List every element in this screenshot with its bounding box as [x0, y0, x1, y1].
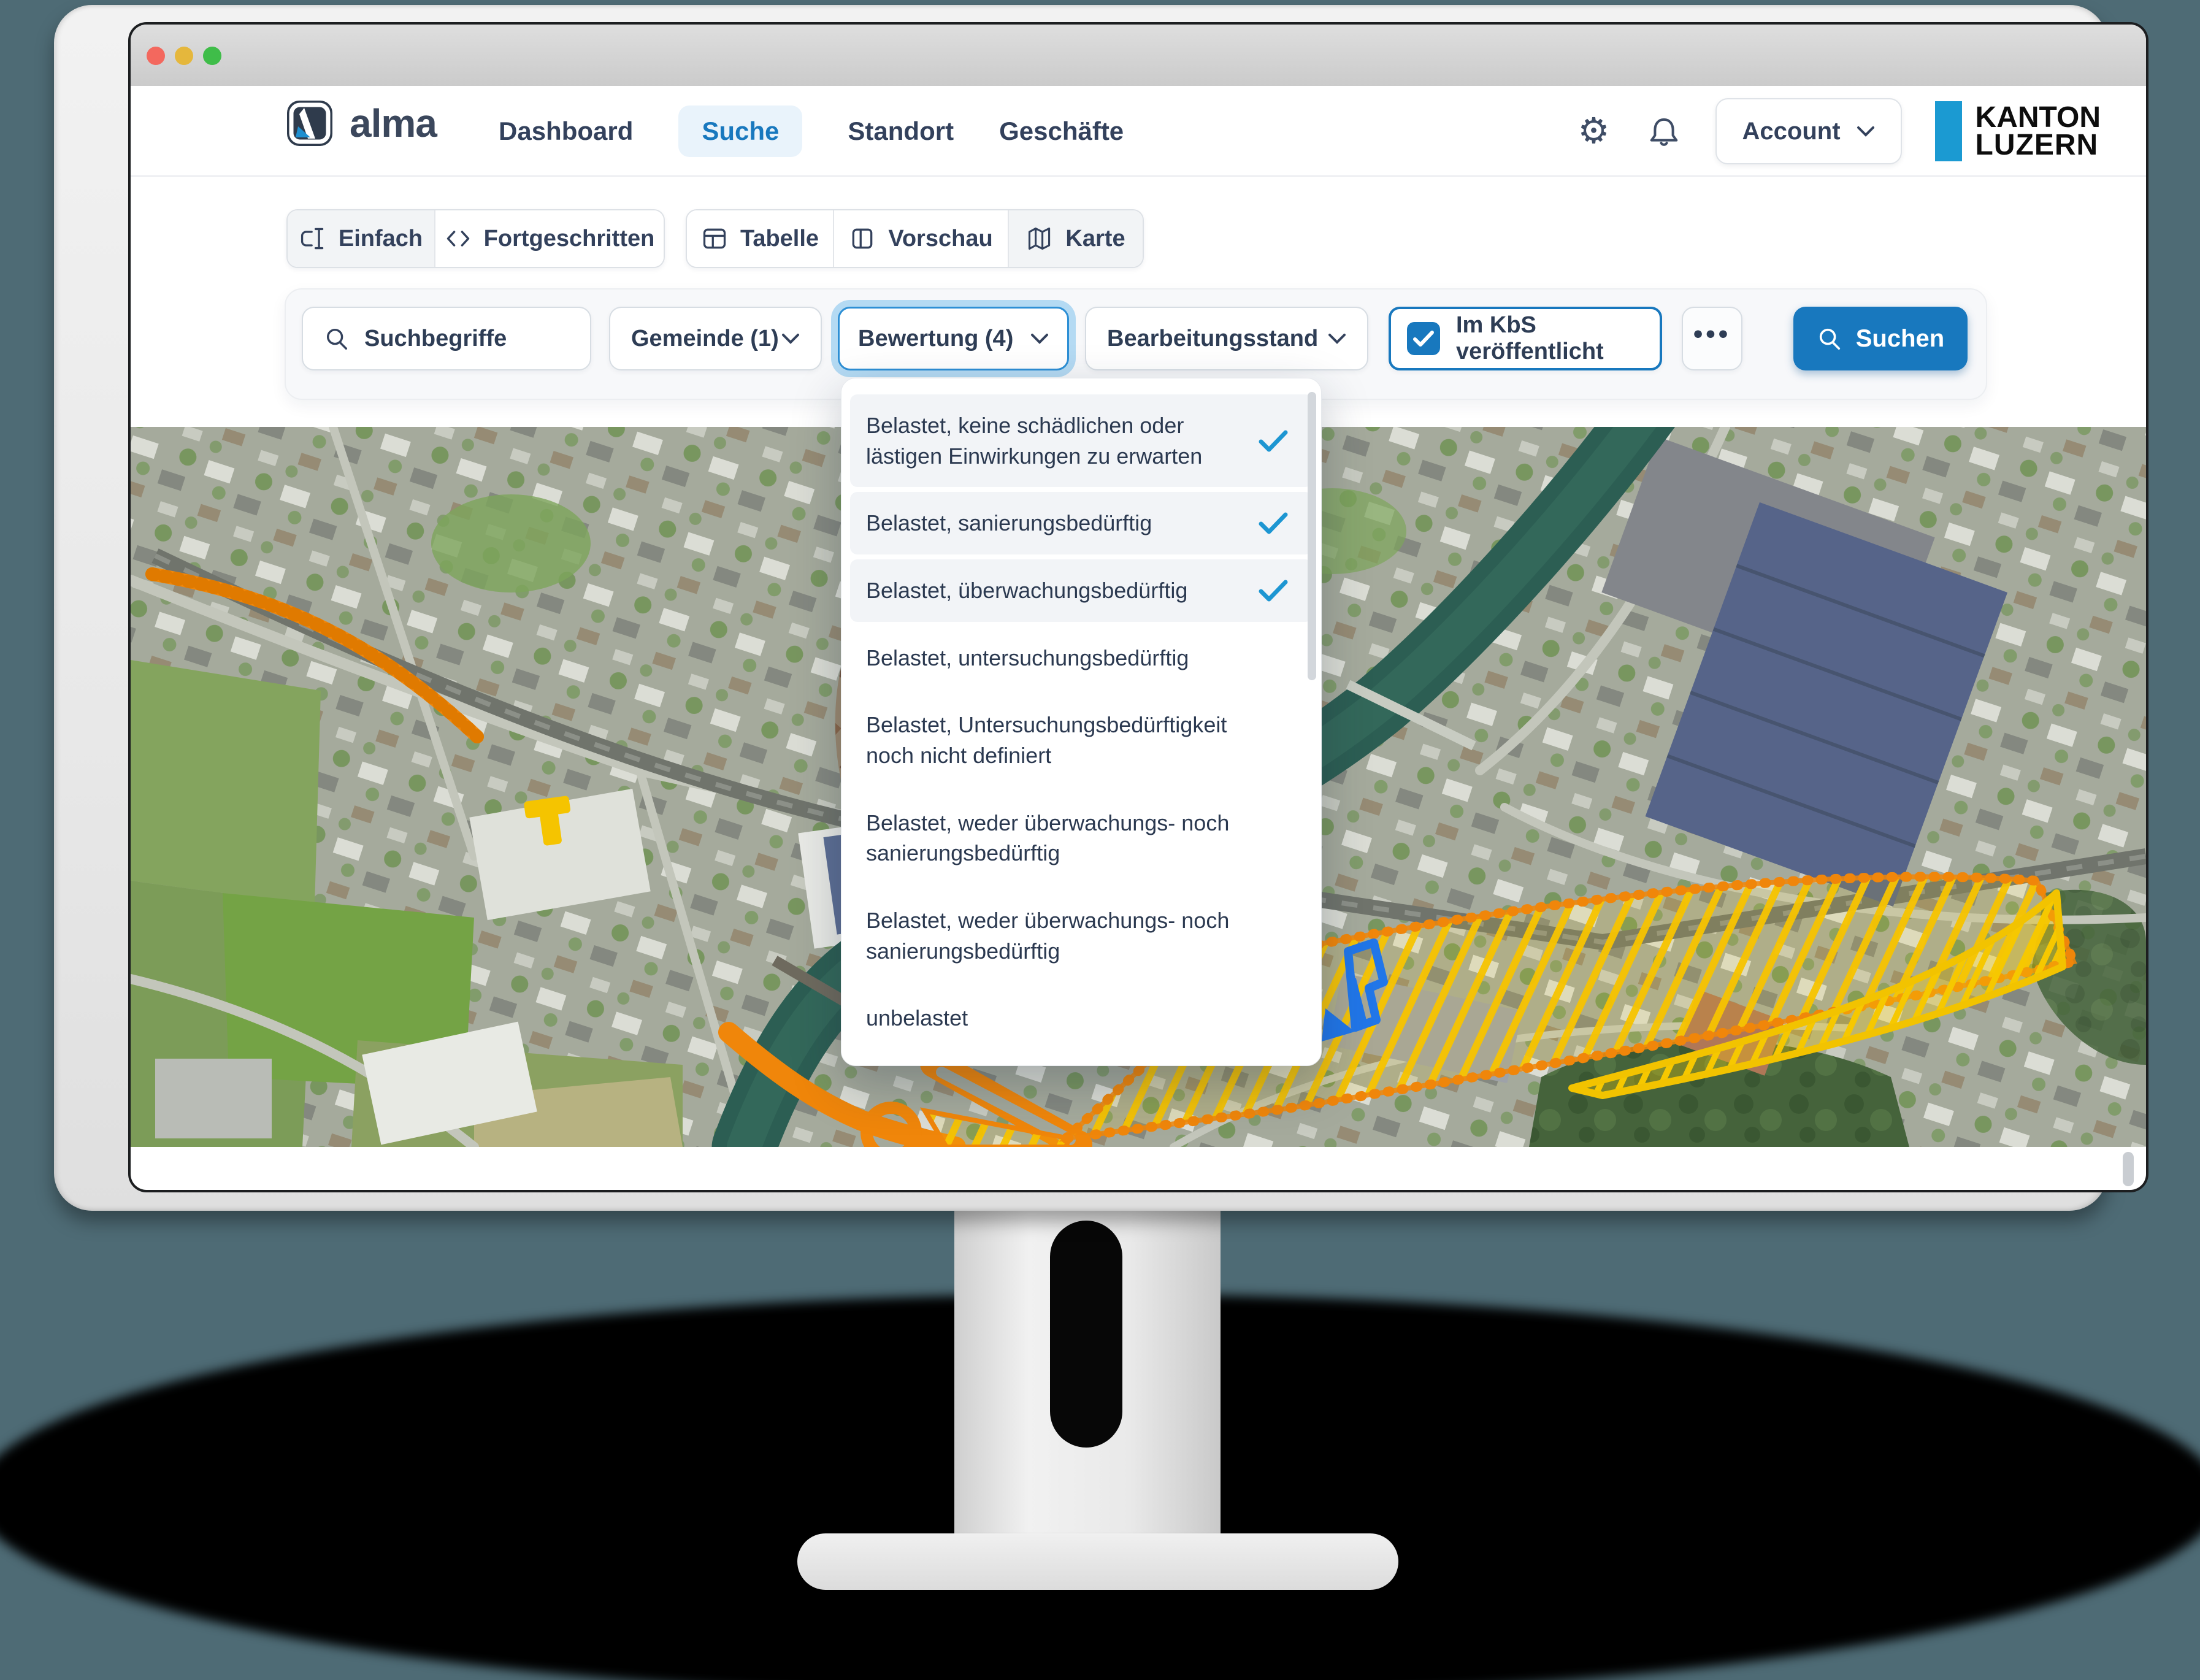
segment-label: Vorschau: [888, 226, 992, 252]
page-scrollbar-thumb[interactable]: [2123, 1152, 2134, 1186]
split-panel-icon: [849, 225, 876, 252]
tab-fortgeschritten[interactable]: Fortgeschritten: [435, 210, 664, 267]
window-titlebar: [131, 25, 2146, 87]
search-icon: [1817, 326, 1842, 351]
dropdown-option[interactable]: Belastet, überwachungsbedürftig: [850, 559, 1313, 622]
nav-standort[interactable]: Standort: [848, 105, 954, 157]
tab-karte[interactable]: Karte: [1009, 210, 1143, 267]
segment-label: Tabelle: [740, 226, 819, 252]
kanton-luzern-logo: KANTON LUZERN: [1935, 101, 2101, 161]
tab-vorschau[interactable]: Vorschau: [834, 210, 1009, 267]
chevron-down-icon: [1857, 125, 1875, 137]
monitor-stand-slot: [1050, 1221, 1122, 1448]
main-nav: Dashboard Suche Standort Geschäfte: [499, 86, 1124, 177]
kbs-label: Im KbS veröffentlicht: [1456, 312, 1644, 365]
chevron-down-icon: [1030, 332, 1049, 345]
search-placeholder: Suchbegriffe: [364, 326, 507, 352]
kanton-line1: KANTON: [1976, 104, 2101, 131]
chevron-down-icon: [781, 332, 800, 345]
mode-segment-group: Einfach Fortgeschritten: [286, 209, 665, 268]
brand-wordmark: alma: [350, 101, 437, 146]
dropdown-option[interactable]: Belastet, keine schädlichen oder lästige…: [850, 394, 1313, 487]
check-icon: [1259, 512, 1288, 535]
bell-icon: [1647, 115, 1681, 148]
settings-button[interactable]: ⚙: [1576, 113, 1612, 150]
header-divider: [131, 175, 2146, 177]
monitor-stand-base: [797, 1533, 1398, 1590]
header-actions: ⚙ Account KANTON LUZERN: [1576, 86, 2101, 177]
dropdown-option[interactable]: Belastet, sanierungsbedürftig: [850, 492, 1313, 554]
browser-window: alma Dashboard Suche Standort Geschäfte …: [131, 25, 2146, 1190]
bewertung-filter-dropdown[interactable]: Bewertung (4): [838, 307, 1069, 370]
gemeinde-label: Gemeinde (1): [631, 326, 779, 352]
more-filters-button[interactable]: •••: [1682, 307, 1742, 370]
checkbox-checked-icon: [1407, 322, 1440, 355]
nav-dashboard[interactable]: Dashboard: [499, 105, 633, 157]
check-icon: [1259, 579, 1288, 602]
search-submit-button[interactable]: Suchen: [1793, 307, 1968, 370]
close-window-button[interactable]: [147, 47, 165, 65]
nav-geschaefte[interactable]: Geschäfte: [999, 105, 1124, 157]
search-icon: [324, 326, 350, 351]
view-toolbar: Einfach Fortgeschritten Tabelle: [131, 209, 2146, 266]
tab-tabelle[interactable]: Tabelle: [687, 210, 834, 267]
app-header: alma Dashboard Suche Standort Geschäfte …: [131, 86, 2146, 177]
account-label: Account: [1742, 118, 1841, 145]
view-segment-group: Tabelle Vorschau Karte: [686, 209, 1144, 268]
dropdown-option[interactable]: Belastet, untersuchungsbedürftig: [850, 627, 1313, 689]
kanton-line2: LUZERN: [1976, 131, 2101, 159]
monitor-frame: alma Dashboard Suche Standort Geschäfte …: [54, 5, 2107, 1211]
tab-einfach[interactable]: Einfach: [288, 210, 435, 267]
gemeinde-filter-dropdown[interactable]: Gemeinde (1): [609, 307, 822, 370]
check-icon: [1259, 429, 1288, 453]
segment-label: Einfach: [339, 226, 423, 252]
text-cursor-icon: [299, 225, 326, 252]
page-background: alma Dashboard Suche Standort Geschäfte …: [0, 0, 2200, 1680]
code-icon: [445, 225, 472, 252]
segment-label: Karte: [1065, 226, 1125, 252]
dropdown-option[interactable]: Belastet, weder überwachungs- noch sanie…: [850, 792, 1313, 884]
suchen-label: Suchen: [1856, 325, 1944, 353]
segment-label: Fortgeschritten: [484, 226, 655, 252]
minimize-window-button[interactable]: [175, 47, 193, 65]
account-menu-button[interactable]: Account: [1715, 98, 1902, 164]
bearbeitungsstand-label: Bearbeitungsstand: [1107, 326, 1318, 352]
bewertung-label: Bewertung (4): [858, 326, 1013, 352]
brand-logo[interactable]: alma: [286, 99, 437, 147]
dropdown-scrollbar-thumb[interactable]: [1308, 392, 1316, 680]
alma-logo-icon: [286, 99, 334, 147]
gear-icon: ⚙: [1578, 113, 1610, 149]
notifications-button[interactable]: [1646, 113, 1682, 150]
kbs-published-toggle[interactable]: Im KbS veröffentlicht: [1389, 307, 1662, 370]
kanton-logo-bar: [1935, 101, 1962, 161]
dropdown-option[interactable]: Belastet, Untersuchungsbedürftigkeit noc…: [850, 694, 1313, 786]
nav-suche[interactable]: Suche: [678, 105, 802, 157]
dropdown-option[interactable]: Belastet, weder überwachungs- noch sanie…: [850, 889, 1313, 982]
table-icon: [701, 225, 728, 252]
dropdown-option[interactable]: unbelastet: [850, 987, 1313, 1049]
search-input[interactable]: Suchbegriffe: [302, 307, 591, 370]
bewertung-dropdown-menu: Belastet, keine schädlichen oder lästige…: [841, 378, 1322, 1066]
map-icon: [1026, 225, 1053, 252]
chevron-down-icon: [1328, 332, 1346, 345]
bearbeitungsstand-filter-dropdown[interactable]: Bearbeitungsstand: [1085, 307, 1368, 370]
zoom-window-button[interactable]: [203, 47, 221, 65]
